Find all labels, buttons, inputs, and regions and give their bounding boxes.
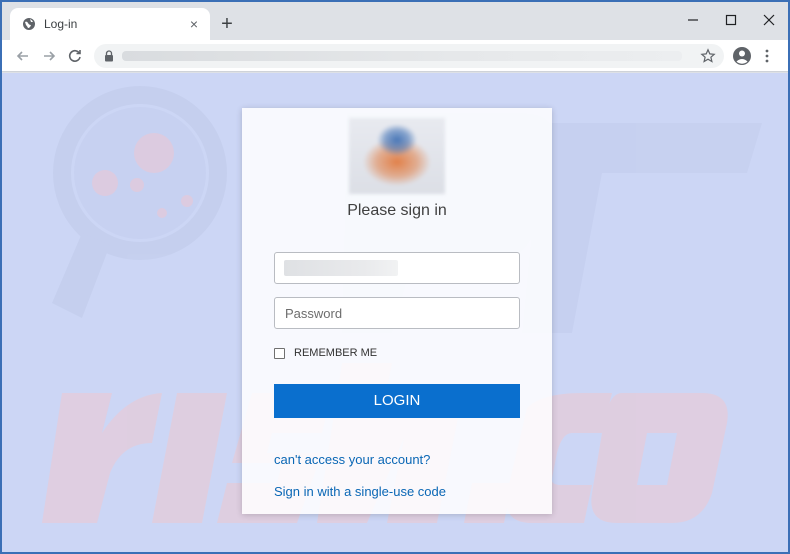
kebab-menu-icon[interactable] [762,48,772,64]
single-use-code-link[interactable]: Sign in with a single-use code [274,484,446,499]
login-button[interactable]: LOGIN [274,384,520,418]
tab-login[interactable]: Log-in × [10,8,210,40]
cant-access-account-link[interactable]: can't access your account? [274,452,430,467]
page-title: Please sign in [347,202,447,219]
globe-icon [23,18,35,30]
arrow-left-icon[interactable] [14,47,32,65]
profile-icon[interactable] [732,46,752,66]
username-input[interactable] [274,252,520,284]
new-tab-button[interactable]: + [216,14,238,36]
minimize-icon[interactable] [682,10,704,30]
close-icon[interactable] [758,10,780,30]
remember-me-checkbox[interactable] [274,348,285,359]
close-tab-icon[interactable]: × [186,16,202,32]
lock-icon[interactable] [104,50,114,62]
tab-title: Log-in [44,17,78,31]
remember-me-label: REMEMBER ME [294,347,378,359]
reload-icon[interactable] [66,47,84,65]
blurred-logo [349,118,445,194]
login-card: Please sign in REMEMBER ME LOGIN can't a… [242,108,552,514]
arrow-right-icon[interactable] [40,47,58,65]
browser-toolbar [2,40,788,72]
maximize-icon[interactable] [720,10,742,30]
star-icon[interactable] [700,48,716,64]
address-bar[interactable] [94,44,724,68]
blurred-url [122,51,682,61]
tab-strip: Log-in × + [2,2,788,40]
page-viewport: Please sign in REMEMBER ME LOGIN can't a… [2,73,788,552]
password-input[interactable] [274,297,520,329]
browser-window: Log-in × + Please sign in REMEMBER ME LO… [0,0,790,554]
